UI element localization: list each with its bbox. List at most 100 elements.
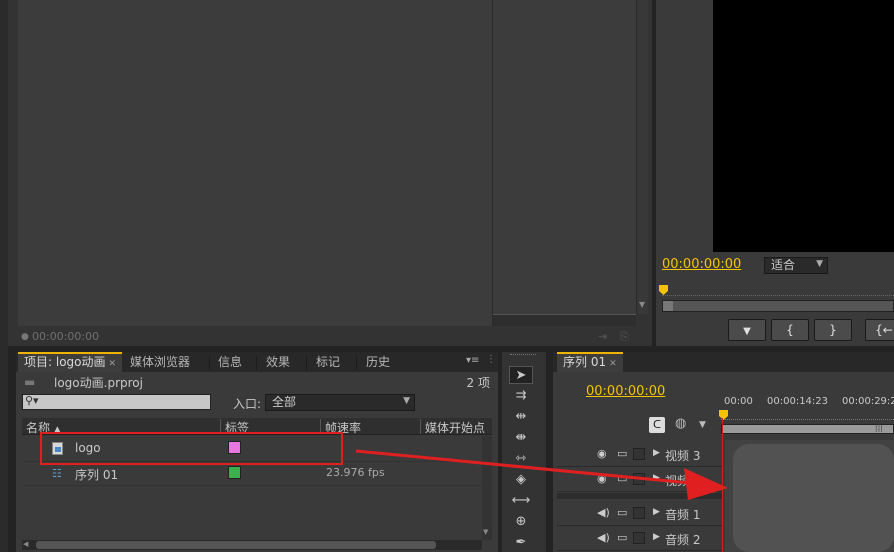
- source-timecode[interactable]: 00:00:00:00: [32, 330, 99, 343]
- zoom-bar-handle[interactable]: [663, 301, 673, 311]
- ruler-label: 00:00:14:23: [767, 396, 829, 407]
- work-area-bar[interactable]: |||: [721, 423, 894, 434]
- search-icon: ⚲▾: [25, 394, 39, 407]
- expand-triangle-icon[interactable]: ▶: [653, 448, 660, 458]
- rate-stretch-tool-icon[interactable]: ⇿: [509, 450, 533, 468]
- speaker-icon[interactable]: ◀): [597, 531, 610, 544]
- film-icon[interactable]: ▭: [617, 531, 627, 544]
- tab-info[interactable]: 信息: [212, 352, 248, 372]
- tab-separator: [256, 356, 257, 370]
- add-marker-icon[interactable]: ▼: [699, 420, 706, 430]
- item-count: 2 项: [466, 376, 490, 390]
- inpoint-label: 入口:: [233, 397, 262, 411]
- lock-toggle[interactable]: [633, 448, 645, 460]
- timeline-tabbar: 序列 01 ✕: [553, 352, 894, 372]
- tab-markers[interactable]: 标记: [310, 352, 346, 372]
- search-field[interactable]: ⚲▾: [22, 394, 211, 410]
- hscroll-thumb[interactable]: [36, 541, 436, 549]
- add-marker-button[interactable]: ▼: [728, 319, 766, 341]
- mark-out-button[interactable]: }: [814, 319, 852, 341]
- panel-menu-icon[interactable]: ▾≡: [466, 355, 479, 366]
- scroll-down-arrow-icon[interactable]: ▼: [639, 300, 645, 309]
- panel-grip-icon[interactable]: ⋮: [486, 354, 496, 365]
- timeline-timecode[interactable]: 00:00:00:00: [586, 384, 665, 399]
- selection-tool-icon[interactable]: ➤: [509, 366, 533, 384]
- program-zoom-bar[interactable]: [662, 300, 894, 312]
- program-timecode[interactable]: 00:00:00:00: [662, 257, 741, 272]
- video-track-3[interactable]: ◉ ▭ ▶ 视频 3: [557, 443, 722, 467]
- inpoint-select[interactable]: 全部 ▼: [265, 394, 415, 411]
- close-icon[interactable]: ✕: [609, 359, 617, 369]
- zoom-select-value: 适合: [771, 258, 796, 272]
- link-icon[interactable]: ◍: [675, 416, 686, 431]
- pen-tool-icon[interactable]: ✒: [509, 534, 533, 552]
- source-monitor-vscroll[interactable]: ▼: [636, 0, 648, 314]
- tab-media-browser[interactable]: 媒体浏览器: [124, 352, 196, 372]
- timeline-ruler[interactable]: [721, 410, 894, 420]
- snap-icon[interactable]: ᑕ: [649, 417, 665, 433]
- source-monitor-hscroll[interactable]: [493, 314, 636, 326]
- project-filename: logo动画.prproj: [54, 376, 143, 390]
- tab-sequence-label: 序列 01: [563, 355, 607, 369]
- film-icon[interactable]: ▭: [617, 472, 627, 485]
- eye-icon[interactable]: ◉: [597, 472, 607, 485]
- work-area-handle-icon[interactable]: |||: [875, 423, 883, 432]
- ruler-label: 00:00: [724, 396, 753, 407]
- slide-tool-icon[interactable]: ⊕: [509, 513, 533, 531]
- video-track[interactable]: ◉ ▭ ▶ 视频: [557, 468, 722, 492]
- list-item-framerate: 23.976 fps: [326, 466, 385, 479]
- lock-toggle[interactable]: [633, 473, 645, 485]
- scroll-down-arrow-icon[interactable]: ▼: [483, 528, 488, 536]
- eye-icon[interactable]: ◉: [597, 447, 607, 460]
- razor-tool-icon[interactable]: ◈: [509, 471, 533, 489]
- expand-triangle-icon[interactable]: ▶: [653, 507, 660, 517]
- project-panel: ▬ logo动画.prproj 2 项 ⚲▾ 入口: 全部 ▼ 名称 ▲ 标签 …: [16, 372, 498, 552]
- slip-tool-icon[interactable]: ⟷: [509, 492, 533, 510]
- project-tabbar: 项目: logo动画 ✕ 媒体浏览器 信息 效果 标记 历史 ▾≡ ⋮: [16, 352, 498, 372]
- film-icon[interactable]: ▭: [617, 447, 627, 460]
- track-name: 视频 3: [665, 449, 701, 463]
- label-color-swatch[interactable]: [228, 466, 241, 479]
- tab-history[interactable]: 历史: [360, 352, 396, 372]
- audio-track-2[interactable]: ◀) ▭ ▶ 音频 2: [557, 527, 722, 551]
- track-name: 音频 2: [665, 533, 701, 547]
- zoom-select[interactable]: 适合 ▼: [764, 257, 828, 274]
- close-icon[interactable]: ✕: [109, 359, 117, 369]
- audio-track-1[interactable]: ◀) ▭ ▶ 音频 1: [557, 502, 722, 526]
- column-media-start[interactable]: 媒体开始点: [425, 419, 485, 436]
- tab-project[interactable]: 项目: logo动画 ✕: [18, 352, 123, 372]
- source-monitor-panel: ▼ ● 00:00:00:00 ⇥ ⎘: [8, 0, 652, 346]
- list-item[interactable]: ☷ 序列 01 23.976 fps: [22, 462, 492, 486]
- track-divider[interactable]: [557, 493, 722, 499]
- program-ruler[interactable]: [662, 288, 894, 296]
- lock-toggle[interactable]: [633, 532, 645, 544]
- expand-triangle-icon[interactable]: ▶: [653, 532, 660, 542]
- tab-sequence[interactable]: 序列 01 ✕: [557, 352, 623, 372]
- list-vscroll[interactable]: ▼: [482, 436, 492, 540]
- expand-triangle-icon[interactable]: ▶: [653, 473, 660, 483]
- source-monitor-viewport: [18, 0, 492, 326]
- source-settings-icon[interactable]: ⎘: [620, 330, 629, 344]
- source-export-icon[interactable]: ⇥: [598, 330, 607, 343]
- ripple-edit-tool-icon[interactable]: ⇹: [509, 408, 533, 426]
- search-input[interactable]: [47, 395, 207, 409]
- speaker-icon[interactable]: ◀): [597, 506, 610, 519]
- mark-in-button[interactable]: {: [771, 319, 809, 341]
- playhead-line[interactable]: [722, 418, 723, 552]
- rolling-edit-tool-icon[interactable]: ⇼: [509, 429, 533, 447]
- list-hscroll[interactable]: ◀: [22, 540, 482, 550]
- film-icon[interactable]: ▭: [617, 506, 627, 519]
- source-playhead-icon: ●: [21, 332, 29, 342]
- scroll-left-arrow-icon[interactable]: ◀: [23, 540, 28, 548]
- column-divider[interactable]: [420, 419, 421, 434]
- tab-effects[interactable]: 效果: [260, 352, 296, 372]
- track-name: 音频 1: [665, 508, 701, 522]
- go-to-in-icon: {←: [875, 323, 893, 337]
- lock-toggle[interactable]: [633, 507, 645, 519]
- tools-grip[interactable]: [510, 354, 536, 358]
- go-to-in-button[interactable]: {←: [865, 319, 894, 341]
- track-select-tool-icon[interactable]: ⇉: [509, 387, 533, 405]
- track-name: 视频: [665, 474, 690, 488]
- program-monitor-panel: 00:00:00:00 适合 ▼ ▼ { } {←: [656, 0, 894, 346]
- tab-project-label: 项目: logo动画: [24, 355, 106, 369]
